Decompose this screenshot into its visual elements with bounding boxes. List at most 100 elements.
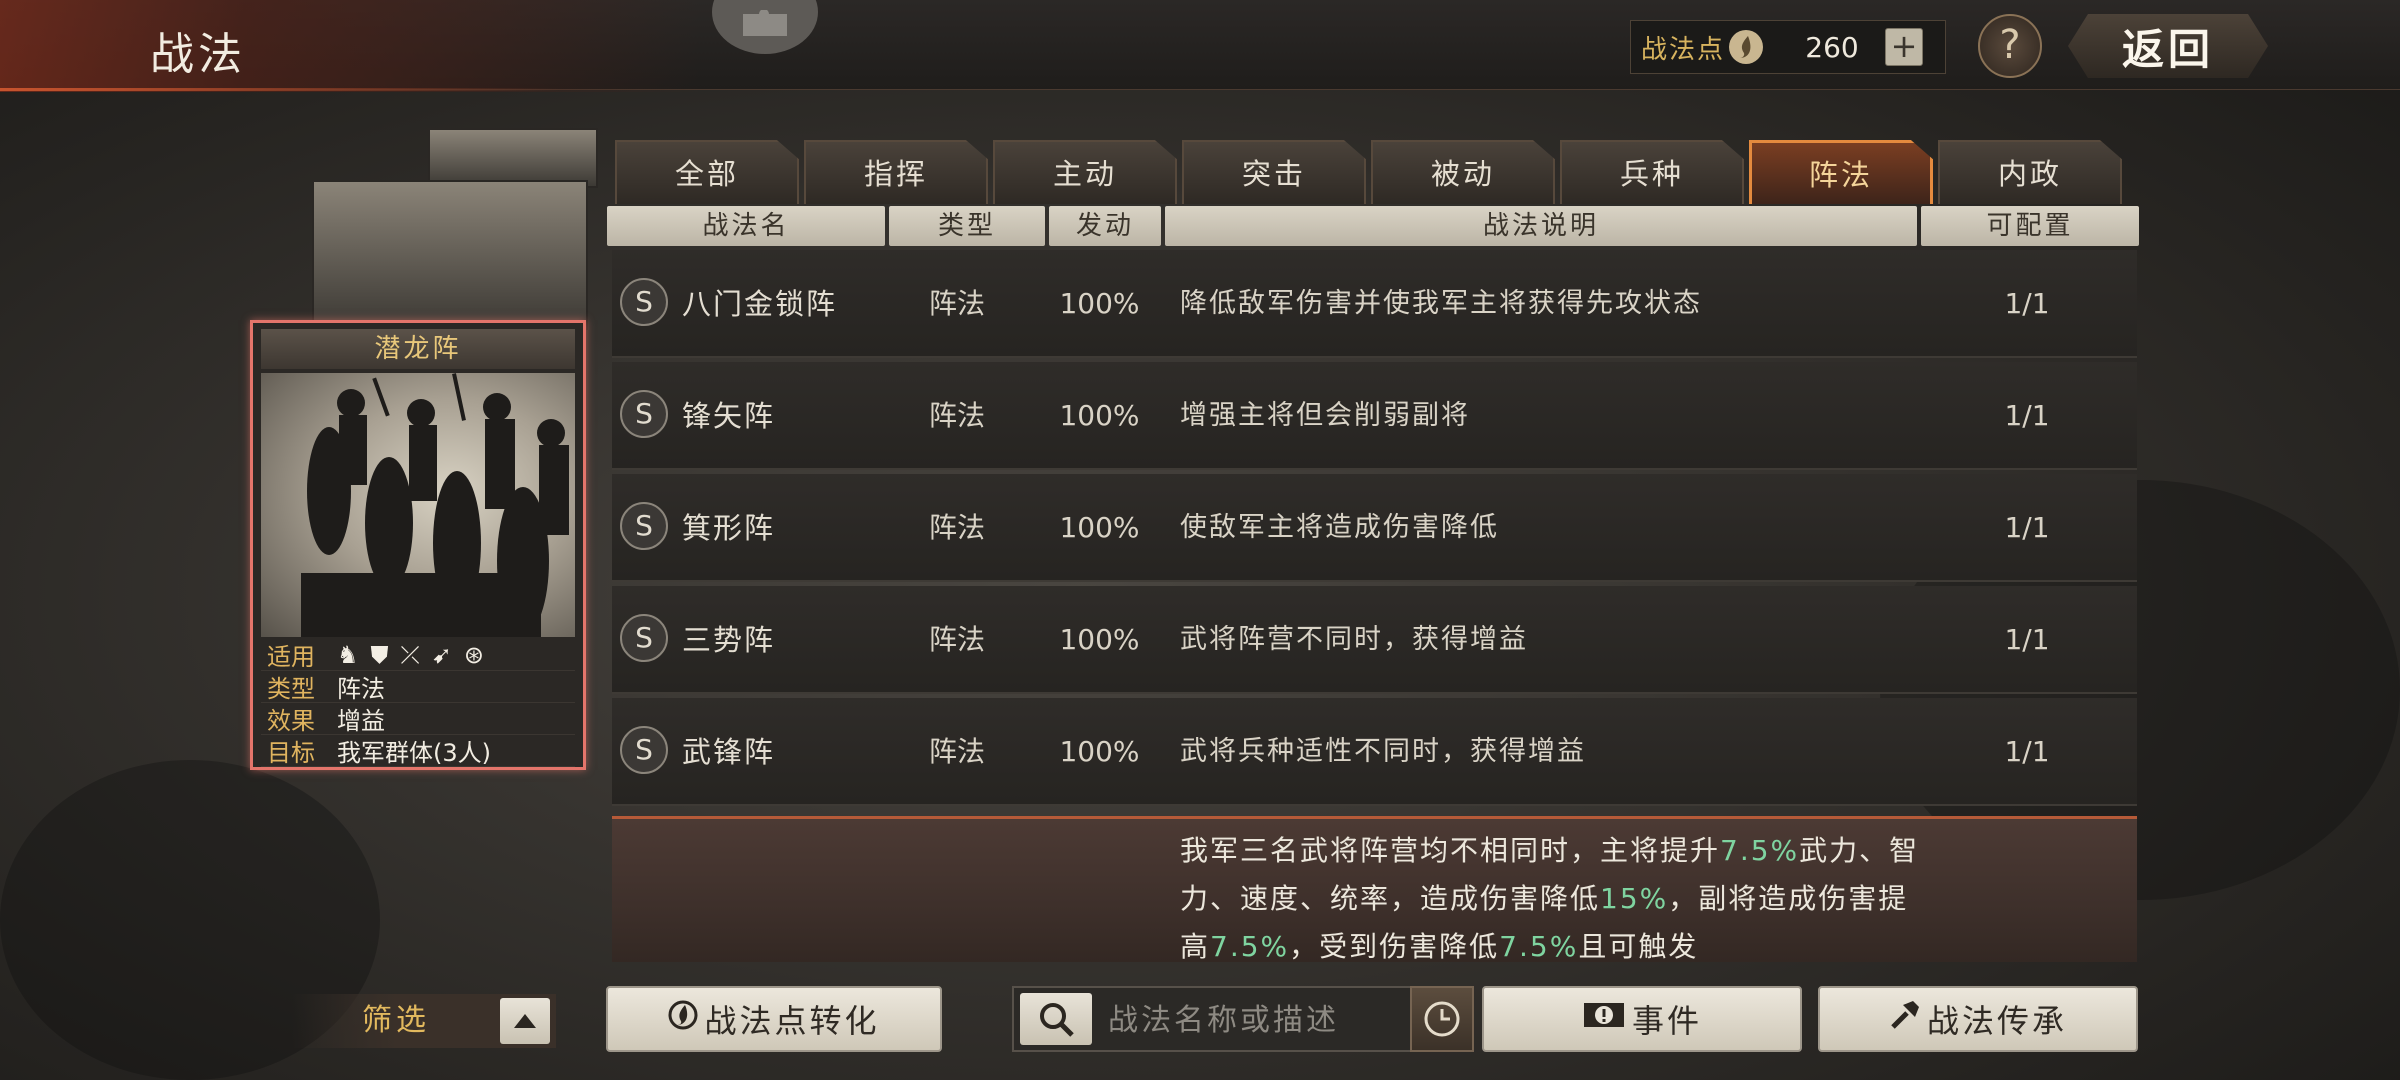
back-button-label: 返回 [2121, 24, 2214, 74]
tactic-description: 武将兵种适性不同时，获得增益 [1180, 736, 1586, 767]
bow-icon: ⤫ [400, 640, 420, 669]
page-title: 战法 [150, 29, 246, 80]
tactic-description: 武将阵营不同时，获得增益 [1180, 624, 1528, 655]
detail-text: 我军三名武将阵营均不相同时，主将提升 [1180, 834, 1721, 867]
card-info-row: 适用 ♞ ⛊ ⤫ ➹ ⊛ [261, 639, 575, 671]
tactic-count: 1/1 [2004, 287, 2050, 320]
soldiers-silhouette-image [301, 373, 569, 637]
tactic-count: 1/1 [2004, 735, 2050, 768]
grade-badge: S [620, 614, 668, 662]
tactic-rate: 100% [1059, 399, 1140, 432]
card-info-value: 阵法 [337, 675, 385, 703]
filter-label[interactable]: 筛选 [362, 994, 430, 1048]
tab-all[interactable]: 全部 [615, 140, 799, 204]
tactic-rate: 100% [1059, 287, 1140, 320]
cavalry-icon: ♞ [337, 640, 359, 669]
triangle-up-icon [514, 1014, 536, 1028]
tactic-count: 1/1 [2004, 623, 2050, 656]
tactic-rate: 100% [1059, 511, 1140, 544]
table-row[interactable]: S 锋矢阵 阵法 100% 增强主将但会削弱副将 1/1 [612, 362, 2137, 470]
card-stack-back [428, 128, 598, 188]
alert-icon [1582, 1000, 1626, 1038]
tab-troop-type[interactable]: 兵种 [1560, 140, 1744, 204]
back-button[interactable]: 返回 [2068, 14, 2268, 78]
card-stack-back [312, 180, 588, 330]
events-button[interactable]: 事件 [1482, 986, 1802, 1052]
card-info-value: 我军群体(3人) [337, 739, 491, 767]
tactic-points-icon [668, 1000, 698, 1038]
tactic-points-box: 战法点 260 + [1630, 20, 1946, 74]
tactic-points-label: 战法点 [1641, 34, 1726, 65]
search-icon [1040, 1003, 1074, 1037]
top-bar-accent-line [0, 88, 560, 91]
tab-assault[interactable]: 突击 [1182, 140, 1366, 204]
card-info-row: 类型 阵法 [261, 671, 575, 703]
grade-badge: S [620, 726, 668, 774]
wheel-icon: ⊛ [463, 640, 484, 669]
tab-command[interactable]: 指挥 [804, 140, 988, 204]
category-tabs: 全部 指挥 主动 突击 被动 兵种 阵法 内政 [615, 140, 2125, 204]
card-artwork [261, 373, 575, 637]
table-row[interactable]: S 武锋阵 阵法 100% 武将兵种适性不同时，获得增益 1/1 [612, 698, 2137, 806]
detail-text: 且可触发 [1578, 930, 1699, 962]
filter-toggle-button[interactable] [500, 998, 550, 1044]
table-row[interactable]: S 三势阵 阵法 100% 武将阵营不同时，获得增益 1/1 [612, 586, 2137, 694]
detail-text: ，受到伤害降低 [1289, 930, 1500, 962]
add-points-button[interactable]: + [1885, 28, 1924, 66]
tab-active[interactable]: 主动 [993, 140, 1177, 204]
tactic-description: 降低敌军伤害并使我军主将获得先攻状态 [1180, 288, 1702, 319]
card-info-key: 类型 [267, 675, 315, 703]
search-input[interactable] [1108, 994, 1408, 1046]
tactic-type: 阵法 [928, 511, 985, 544]
tab-formation[interactable]: 阵法 [1749, 140, 1933, 204]
inherit-tactic-button[interactable]: 战法传承 [1818, 986, 2138, 1052]
detail-highlight-value: 7.5% [1210, 930, 1290, 962]
hammer-icon [1889, 999, 1921, 1039]
column-header-name[interactable]: 战法名 [607, 206, 885, 246]
detail-highlight-value: 7.5% [1720, 834, 1800, 867]
tab-internal-affairs[interactable]: 内政 [1938, 140, 2122, 204]
grade-badge: S [620, 390, 668, 438]
tactic-rate: 100% [1059, 735, 1140, 768]
tactic-name: 八门金锁阵 [682, 287, 838, 321]
card-info: 适用 ♞ ⛊ ⤫ ➹ ⊛ 类型 阵法 效果 增益 目标 我军群体(3人) [261, 639, 575, 767]
tactic-type: 阵法 [928, 735, 985, 768]
tactic-type: 阵法 [928, 399, 985, 432]
convert-points-button[interactable]: 战法点转化 [606, 986, 942, 1052]
detail-description: 我军三名武将阵营均不相同时，主将提升7.5%武力、智力、速度、统率，造成伤害降低… [1180, 827, 1920, 962]
selected-tactic-detail[interactable]: 我军三名武将阵营均不相同时，主将提升7.5%武力、智力、速度、统率，造成伤害降低… [612, 816, 2137, 962]
search-button[interactable] [1020, 993, 1092, 1045]
tactic-points-icon [1729, 30, 1764, 64]
card-info-key: 效果 [267, 707, 315, 735]
applicable-unit-icons: ♞ ⛊ ⤫ ➹ ⊛ [327, 641, 484, 669]
tactic-description: 使敌军主将造成伤害降低 [1180, 512, 1499, 543]
table-row[interactable]: S 八门金锁阵 阵法 100% 降低敌军伤害并使我军主将获得先攻状态 1/1 [612, 250, 2137, 358]
detail-highlight-value: 7.5% [1499, 930, 1579, 962]
tactic-rate: 100% [1059, 623, 1140, 656]
column-header-rate[interactable]: 发动 [1049, 206, 1161, 246]
tactic-name: 箕形阵 [682, 511, 776, 545]
card-title: 潜龙阵 [261, 329, 575, 369]
help-button[interactable]: ? [1978, 14, 2042, 78]
events-label: 事件 [1631, 1002, 1702, 1040]
spear-icon: ➹ [431, 640, 452, 669]
card-info-value: 增益 [337, 707, 385, 735]
card-info-row: 目标 我军群体(3人) [261, 735, 575, 767]
shield-icon: ⛊ [370, 640, 389, 669]
column-header-description[interactable]: 战法说明 [1165, 206, 1917, 246]
column-header-count[interactable]: 可配置 [1921, 206, 2139, 246]
grade-badge: S [620, 278, 668, 326]
tab-passive[interactable]: 被动 [1371, 140, 1555, 204]
selected-tactic-card: 潜龙阵 适用 ♞ ⛊ ⤫ ➹ ⊛ 类型 阵法 效果 增益 目标 我军群体(3人) [250, 320, 586, 770]
history-button[interactable] [1410, 986, 1474, 1052]
tactic-name: 三势阵 [682, 623, 776, 657]
card-info-key: 适用 [267, 643, 315, 671]
puzzle-icon [743, 10, 787, 36]
table-row[interactable]: S 箕形阵 阵法 100% 使敌军主将造成伤害降低 1/1 [612, 474, 2137, 582]
inherit-tactic-label: 战法传承 [1926, 1002, 2067, 1040]
column-header-type[interactable]: 类型 [889, 206, 1045, 246]
clock-icon [1424, 1001, 1460, 1037]
tactic-type: 阵法 [928, 287, 985, 320]
grade-badge: S [620, 502, 668, 550]
tactic-name: 锋矢阵 [682, 399, 776, 433]
